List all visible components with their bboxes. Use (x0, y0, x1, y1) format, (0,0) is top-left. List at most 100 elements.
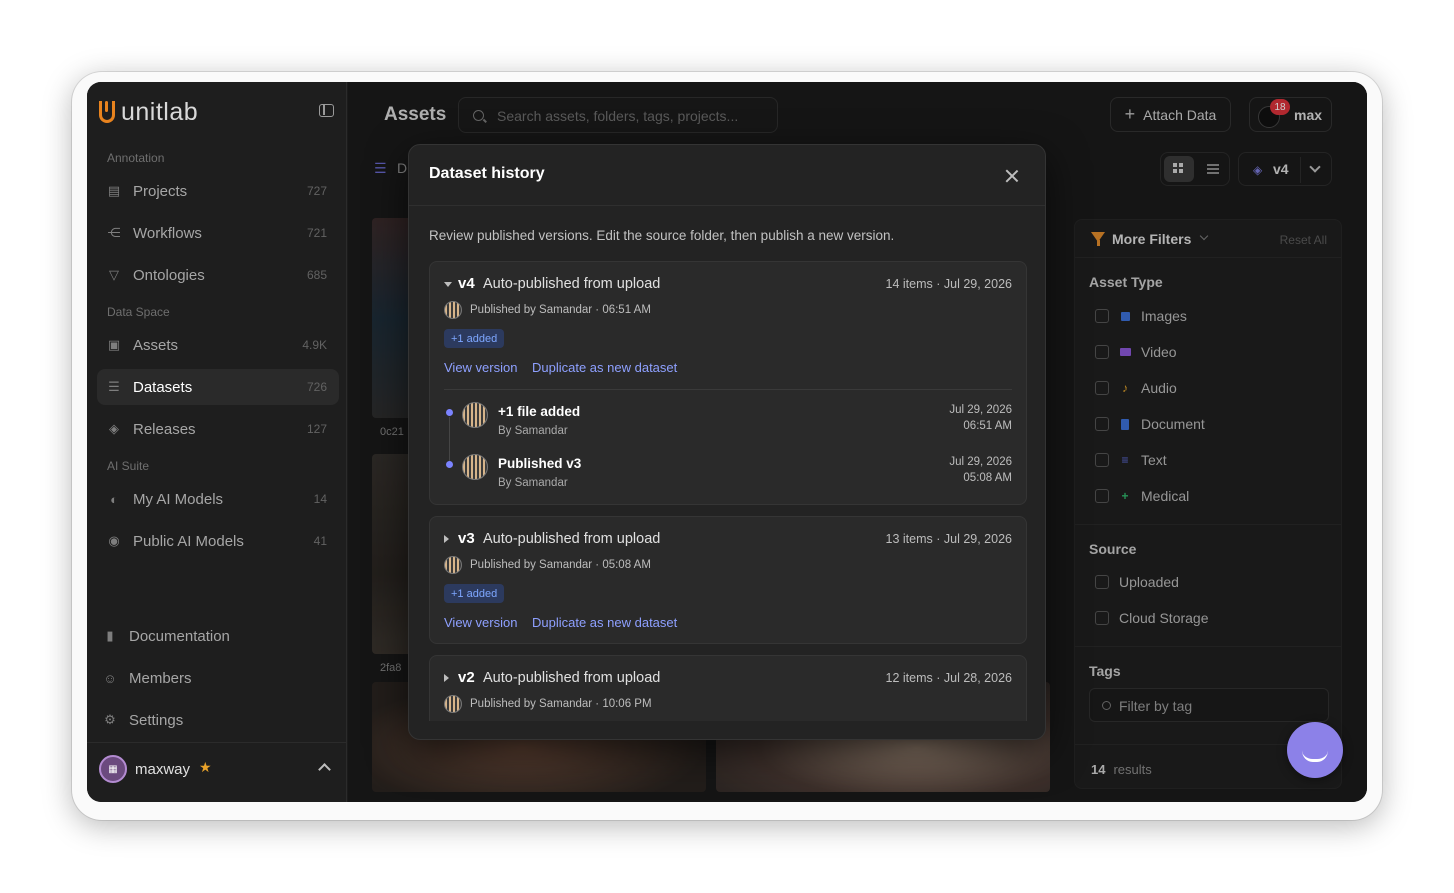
timeline-by: By Samandar (498, 425, 568, 437)
settings-icon: ⚙ (104, 712, 116, 727)
sidebar-item-count: 727 (306, 184, 327, 198)
sidebar-collapse-icon[interactable] (319, 104, 334, 117)
sidebar-item-label: Projects (133, 182, 188, 200)
sidebar-item-assets[interactable]: ▣ Assets 4.9K (97, 327, 339, 363)
published-by: Published by Samandar · 06:51 AM (470, 304, 651, 316)
version-card: v3 Auto-published from upload 13 items ·… (429, 516, 1027, 644)
published-by: Published by Samandar · 05:08 AM (470, 559, 651, 571)
sidebar-item-settings[interactable]: ⚙ Settings (93, 702, 335, 738)
timeline-date: Jul 29, 2026 06:51 AM (949, 404, 1012, 432)
sidebar-item-ontologies[interactable]: ▽ Ontologies 685 (97, 257, 339, 293)
assets-icon: ▣ (107, 337, 121, 352)
caret-right-icon[interactable] (444, 674, 449, 682)
sidebar-item-label: Documentation (129, 627, 230, 645)
members-icon: ☺ (103, 670, 117, 686)
avatar (444, 301, 462, 319)
ontologies-icon: ▽ (109, 267, 119, 282)
added-badge: +1 added (444, 584, 505, 603)
avatar (444, 556, 462, 574)
view-version-link[interactable]: View version (444, 360, 517, 375)
unitlab-logo-icon (99, 101, 115, 123)
close-icon[interactable] (1005, 169, 1019, 183)
releases-icon: ◈ (109, 421, 119, 436)
app-screen: unitlab Annotation ▤ Projects 727 ⋲ Work… (87, 82, 1367, 802)
version-card: v4 Auto-published from upload 14 items ·… (429, 261, 1027, 505)
version-meta: 12 items · Jul 28, 2026 (885, 671, 1012, 685)
sidebar-item-workflows[interactable]: ⋲ Workflows 721 (97, 215, 339, 251)
sidebar-item-projects[interactable]: ▤ Projects 727 (97, 173, 339, 209)
sidebar-item-count: 14 (313, 492, 327, 506)
avatar (462, 454, 488, 480)
added-badge: +1 added (444, 329, 505, 348)
sidebar-item-label: Members (129, 669, 192, 687)
sidebar-item-datasets[interactable]: ☰ Datasets 726 (97, 369, 339, 405)
chat-support-button[interactable] (1287, 722, 1343, 778)
sidebar-item-count: 726 (306, 380, 327, 394)
sidebar-item-label: Workflows (133, 224, 202, 242)
version-title: Auto-published from upload (483, 531, 661, 547)
caret-down-icon[interactable] (444, 282, 452, 287)
published-by: Published by Samandar · 10:06 PM (470, 698, 652, 710)
version-title: Auto-published from upload (483, 276, 661, 292)
sidebar-item-count: 41 (313, 534, 327, 548)
workflows-icon: ⋲ (107, 225, 121, 240)
public-ai-icon: ◉ (108, 533, 120, 548)
section-annotation: Annotation (107, 151, 165, 165)
device-frame: unitlab Annotation ▤ Projects 727 ⋲ Work… (72, 72, 1382, 820)
version-number: v2 (458, 669, 475, 686)
sidebar-item-public-ai-models[interactable]: ◉ Public AI Models 41 (97, 523, 339, 559)
sidebar-item-documentation[interactable]: ▮ Documentation (93, 618, 335, 654)
sidebar-item-releases[interactable]: ◈ Releases 127 (97, 411, 339, 447)
timeline-title: Published v3 (498, 456, 582, 471)
sidebar-item-label: Public AI Models (133, 532, 244, 550)
duplicate-dataset-link[interactable]: Duplicate as new dataset (532, 615, 677, 630)
user-menu[interactable]: ▦ maxway ★ (87, 742, 347, 802)
timeline-title: +1 file added (498, 404, 581, 419)
sidebar-item-count: 721 (306, 226, 327, 240)
version-meta: 13 items · Jul 29, 2026 (885, 532, 1012, 546)
sidebar-item-label: Ontologies (133, 266, 205, 284)
modal-description: Review published versions. Edit the sour… (429, 228, 895, 243)
sidebar-item-label: Releases (133, 420, 196, 438)
sidebar-item-label: Assets (133, 336, 179, 354)
modal-title: Dataset history (429, 165, 545, 182)
sidebar-item-label: Datasets (133, 378, 193, 396)
view-version-link[interactable]: View version (444, 615, 517, 630)
caret-right-icon[interactable] (444, 535, 449, 543)
sidebar: unitlab Annotation ▤ Projects 727 ⋲ Work… (87, 82, 347, 802)
sidebar-item-label: Settings (129, 711, 184, 729)
brand-logo[interactable]: unitlab (99, 98, 198, 126)
sidebar-item-label: My AI Models (133, 490, 224, 508)
sidebar-item-members[interactable]: ☺ Members (93, 660, 335, 696)
ai-model-icon: ◐ (110, 491, 118, 507)
timeline-date: Jul 29, 2026 05:08 AM (949, 456, 1012, 484)
version-number: v3 (458, 530, 475, 547)
sidebar-item-count: 4.9K (302, 338, 327, 352)
user-name: maxway (135, 761, 191, 778)
version-title: Auto-published from upload (483, 670, 661, 686)
avatar (462, 402, 488, 428)
timeline-dot (446, 461, 453, 468)
version-list: v4 Auto-published from upload 14 items ·… (429, 261, 1027, 721)
sidebar-item-my-ai-models[interactable]: ◐ My AI Models 14 (97, 481, 339, 517)
dataset-history-modal: Dataset history Review published version… (408, 144, 1046, 740)
datasets-icon: ☰ (108, 379, 120, 394)
avatar: ▦ (99, 755, 127, 783)
version-meta: 14 items · Jul 29, 2026 (885, 277, 1012, 291)
modal-header: Dataset history (409, 145, 1045, 206)
sidebar-item-count: 685 (306, 268, 327, 282)
chevron-up-icon[interactable] (318, 763, 331, 776)
version-card: v2 Auto-published from upload 12 items ·… (429, 655, 1027, 721)
sidebar-item-count: 127 (306, 422, 327, 436)
version-number: v4 (458, 275, 475, 292)
duplicate-dataset-link[interactable]: Duplicate as new dataset (532, 360, 677, 375)
star-icon: ★ (199, 759, 212, 775)
avatar (444, 695, 462, 713)
timeline-dot (446, 409, 453, 416)
brand-name: unitlab (121, 97, 199, 126)
section-ai-suite: AI Suite (107, 459, 150, 473)
projects-icon: ▤ (107, 183, 121, 198)
section-data-space: Data Space (107, 305, 170, 319)
documentation-icon: ▮ (106, 628, 114, 643)
timeline-by: By Samandar (498, 477, 568, 489)
